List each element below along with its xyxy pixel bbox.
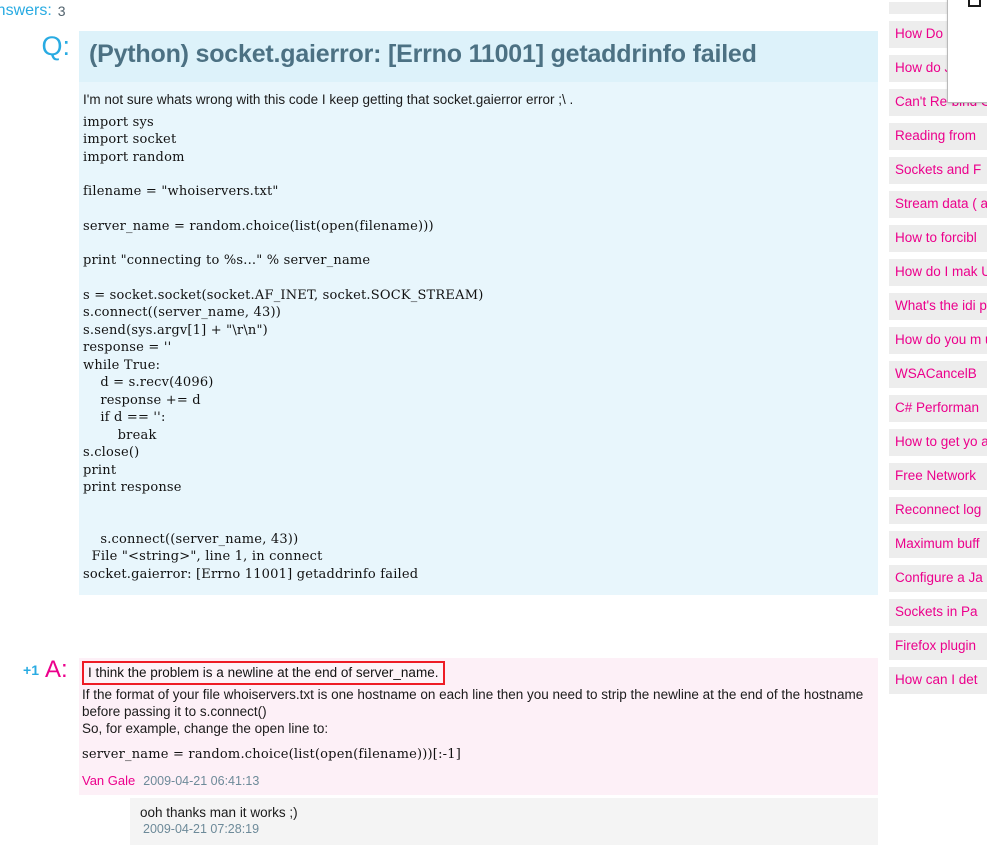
sidebar-item-18[interactable]: Firefox plugin [889,633,987,660]
floating-popup-overlay[interactable] [947,0,987,103]
sidebar-item-15[interactable]: Maximum buff [889,531,987,558]
sidebar-item-17[interactable]: Sockets in Pa [889,599,987,626]
comment-item: ooh thanks man it works ;) 2009-04-21 07… [130,798,878,845]
question-intro-text: I'm not sure whats wrong with this code … [83,91,574,107]
question-body: I'm not sure whats wrong with this code … [79,81,878,596]
sidebar-item-19[interactable]: How can I det [889,667,987,694]
sidebar-item-5[interactable]: Stream data ( another langu [889,191,987,218]
answers-count: 3 [57,3,66,19]
answers-counter: Answers: 3 [0,0,66,22]
square-glyph-icon [968,0,981,7]
sidebar-item-11[interactable]: C# Performan [889,395,987,422]
code-spacer [83,497,868,514]
answer-timestamp: 2009-04-21 06:41:13 [143,773,260,788]
sidebar-item-6[interactable]: How to forcibl [889,225,987,252]
question-code-socket: s = socket.socket(socket.AF_INET, socket… [83,287,484,496]
answer-paragraph-1: If the format of your file whoiservers.t… [82,687,864,719]
sidebar-item-8[interactable]: What's the idi programming [889,293,987,320]
answer-block: +1 A: I think the problem is a newline a… [0,658,878,795]
code-spacer [83,270,868,287]
answer-author[interactable]: Van Gale [82,773,135,788]
question-code-print: print "connecting to %s..." % server_nam… [83,253,371,269]
code-spacer [83,235,868,252]
comment-text: ooh thanks man it works ;) [140,805,298,820]
question-code-filename: filename = "whoiservers.txt" [83,184,279,200]
related-questions-sidebar[interactable]: How Do How do Java on Can't Re-bind Comb… [889,0,987,845]
sidebar-item-7[interactable]: How do I mak Unix in Ruby? [889,259,987,286]
page-root: Answers: 3 Q: (Python) socket.gaierror: … [0,0,987,845]
question-header: Q: (Python) socket.gaierror: [Errno 1100… [0,31,878,82]
answer-meta: Van Gale 2009-04-21 06:41:13 [82,771,870,791]
answer-paragraph-2: So, for example, change the open line to… [82,721,329,736]
sidebar-item-16[interactable]: Configure a Ja disconnect? [889,565,987,592]
question-traceback: s.connect((server_name, 43)) File "<stri… [83,531,419,582]
answers-label: Answers: [0,2,52,19]
comment-area: ooh thanks man it works ;) 2009-04-21 07… [0,798,878,845]
sidebar-item-13[interactable]: Free Network [889,463,987,490]
answer-row: +1 A: I think the problem is a newline a… [0,658,878,795]
question-code-servername: server_name = random.choice(list(open(fi… [83,218,434,234]
question-title: (Python) socket.gaierror: [Errno 11001] … [79,31,878,82]
sidebar-item-3[interactable]: Reading from [889,123,987,150]
sidebar-item-9[interactable]: How do you m used in a tcp s [889,327,987,354]
code-spacer [83,166,868,183]
comment-timestamp: 2009-04-21 07:28:19 [143,822,260,836]
sidebar-item-14[interactable]: Reconnect log [889,497,987,524]
answer-body: I think the problem is a newline at the … [79,658,878,795]
question-code-imports: import sys import socket import random [83,114,185,165]
answer-highlighted-line: I think the problem is a newline at the … [82,661,446,685]
sidebar-item-4[interactable]: Sockets and F [889,157,987,184]
answer-marker: A: [45,656,68,683]
question-block: Q: (Python) socket.gaierror: [Errno 1100… [0,31,878,596]
code-spacer [83,201,868,218]
answer-code: server_name = random.choice(list(open(fi… [82,747,461,762]
answer-vote-score: +1 [23,662,39,678]
sidebar-item-10[interactable]: WSACancelB [889,361,987,388]
sidebar-item-12[interactable]: How to get yo an udp-socke [889,429,987,456]
code-spacer [83,514,868,531]
question-marker: Q: [41,31,70,61]
